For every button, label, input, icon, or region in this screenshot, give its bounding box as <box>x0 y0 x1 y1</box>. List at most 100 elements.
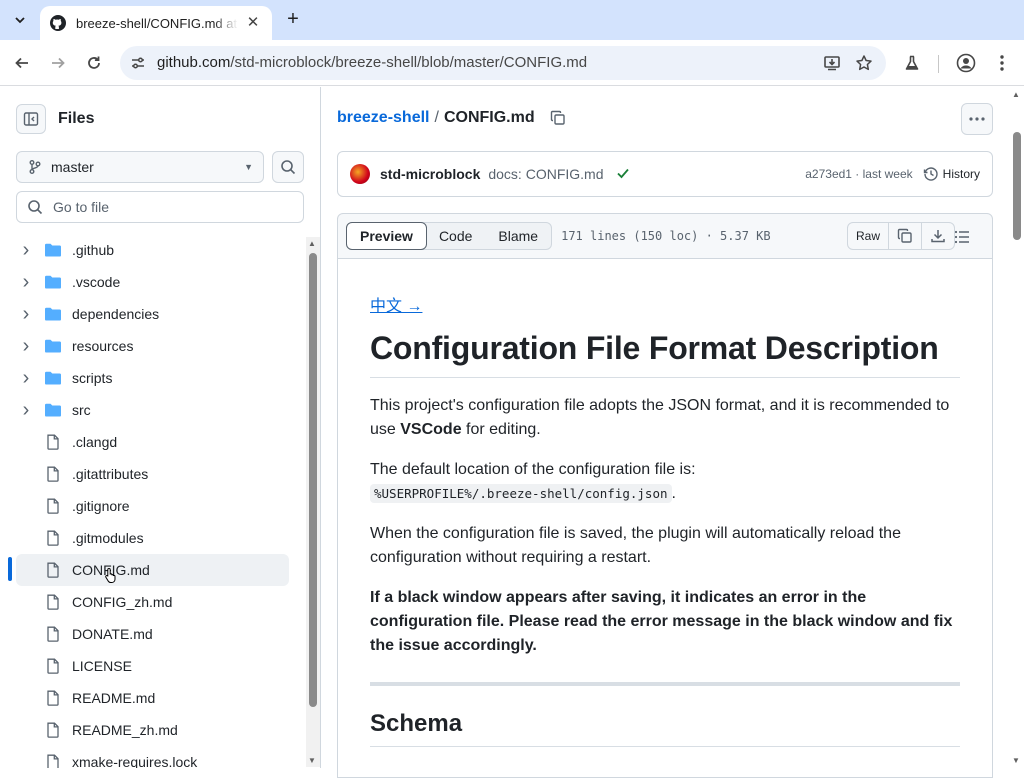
scrollbar-thumb[interactable] <box>309 253 317 707</box>
tree-file-item[interactable]: .gitmodules <box>16 522 289 554</box>
commit-hash-time[interactable]: a273ed1 · last week <box>805 167 912 181</box>
scroll-up-arrow-icon[interactable]: ▲ <box>308 239 316 248</box>
profile-avatar-icon[interactable] <box>954 51 978 75</box>
file-icon <box>44 658 62 674</box>
search-files-button[interactable] <box>272 151 304 183</box>
branch-selector[interactable]: master ▼ <box>16 151 264 183</box>
browser-toolbar: github.com/std-microblock/breeze-shell/b… <box>0 40 1024 86</box>
file-icon <box>44 466 62 482</box>
tree-folder-item[interactable]: › scripts <box>16 362 289 394</box>
file-icon <box>44 530 62 546</box>
download-icon <box>931 230 945 243</box>
outline-list-icon[interactable] <box>952 227 972 247</box>
sidebar-collapse-icon <box>23 112 39 126</box>
bookmark-star-icon[interactable] <box>852 51 876 75</box>
download-button[interactable] <box>922 223 954 249</box>
tree-file-item[interactable]: CONFIG.md <box>16 554 289 586</box>
scroll-up-arrow-icon[interactable]: ▲ <box>1012 90 1020 99</box>
file-icon <box>44 690 62 706</box>
selected-indicator <box>8 557 12 581</box>
author-avatar[interactable] <box>350 164 370 184</box>
tree-folder-item[interactable]: › src <box>16 394 289 426</box>
tree-folder-item[interactable]: › .vscode <box>16 266 289 298</box>
labs-flask-icon[interactable] <box>900 51 924 75</box>
chinese-version-link[interactable]: 中文 → <box>370 292 422 316</box>
scroll-down-arrow-icon[interactable]: ▼ <box>308 756 316 765</box>
more-options-button[interactable] <box>961 103 993 135</box>
reload-icon[interactable] <box>82 51 106 75</box>
chevron-right-icon[interactable]: › <box>18 336 34 356</box>
schema-heading: Schema <box>370 710 960 747</box>
tree-file-item[interactable]: .gitattributes <box>16 458 289 490</box>
forward-arrow-icon[interactable] <box>46 51 70 75</box>
file-header-bar: Preview Code Blame 171 lines (150 loc) ·… <box>337 213 993 259</box>
tree-item-label: dependencies <box>72 306 160 322</box>
browser-menu-icon[interactable] <box>990 51 1014 75</box>
install-app-icon[interactable] <box>820 51 844 75</box>
tree-item-label: src <box>72 402 91 418</box>
page-scrollbar[interactable]: ▲ ▼ <box>1009 87 1024 768</box>
breadcrumb-file-name: CONFIG.md <box>443 109 535 126</box>
new-tab-button[interactable]: + <box>282 9 304 31</box>
tab-blame[interactable]: Blame <box>485 223 551 249</box>
tree-file-item[interactable]: xmake-requires.lock <box>16 746 289 768</box>
history-label: History <box>942 167 980 181</box>
scrollbar-thumb[interactable] <box>1013 132 1021 240</box>
tree-item-label: DONATE.md <box>72 626 153 642</box>
chevron-right-icon[interactable]: › <box>18 400 34 420</box>
scroll-down-arrow-icon[interactable]: ▼ <box>1012 756 1020 765</box>
site-info-icon[interactable] <box>130 55 146 71</box>
chevron-right-icon[interactable]: › <box>18 272 34 292</box>
folder-icon <box>44 370 62 386</box>
copy-raw-button[interactable] <box>889 223 923 249</box>
commit-message[interactable]: docs: CONFIG.md <box>488 166 603 182</box>
file-tree: › .github › .vscode › dependencies › resources ›… <box>0 234 306 768</box>
tree-file-item[interactable]: README_zh.md <box>16 714 289 746</box>
tree-file-item[interactable]: DONATE.md <box>16 618 289 650</box>
history-button[interactable]: History <box>923 166 980 182</box>
tree-file-item[interactable]: LICENSE <box>16 650 289 682</box>
tree-folder-item[interactable]: › dependencies <box>16 298 289 330</box>
back-arrow-icon[interactable] <box>10 51 34 75</box>
tab-search-chevron-icon[interactable] <box>8 8 32 32</box>
hand-cursor-icon <box>105 567 116 583</box>
file-icon <box>44 594 62 610</box>
commit-author[interactable]: std-microblock <box>380 166 480 182</box>
raw-actions-group: Raw <box>847 222 956 250</box>
tree-item-label: CONFIG_zh.md <box>72 594 173 610</box>
toolbar-divider <box>938 55 939 73</box>
tab-code[interactable]: Code <box>426 223 485 249</box>
address-bar[interactable]: github.com/std-microblock/breeze-shell/b… <box>120 46 886 80</box>
raw-button[interactable]: Raw <box>848 223 890 249</box>
tab-close-icon[interactable]: ✕ <box>244 14 262 32</box>
collapse-sidebar-button[interactable] <box>16 104 46 134</box>
file-tree-scrollbar[interactable]: ▲ ▼ <box>306 237 320 767</box>
tree-folder-item[interactable]: › .github <box>16 234 289 266</box>
tree-file-item[interactable]: README.md <box>16 682 289 714</box>
chevron-right-icon[interactable]: › <box>18 304 34 324</box>
go-to-file-input[interactable]: Go to file <box>16 191 304 223</box>
chevron-right-icon[interactable]: › <box>18 368 34 388</box>
chevron-right-icon[interactable]: › <box>18 240 34 260</box>
tree-folder-item[interactable]: › resources <box>16 330 289 362</box>
folder-icon <box>44 274 62 290</box>
check-icon[interactable] <box>616 166 630 183</box>
tree-file-item[interactable]: .gitignore <box>16 490 289 522</box>
tree-file-item[interactable]: .clangd <box>16 426 289 458</box>
auto-reload-paragraph: When the configuration file is saved, th… <box>370 525 901 566</box>
dropdown-caret-icon: ▼ <box>244 162 253 172</box>
tab-preview[interactable]: Preview <box>346 222 427 250</box>
breadcrumb: breeze-shell / CONFIG.md <box>337 109 567 127</box>
browser-tabstrip: breeze-shell/CONFIG.md at master · std-m… <box>0 0 1024 40</box>
config-path-code: %USERPROFILE%/.breeze-shell/config.json <box>370 484 672 503</box>
files-title: Files <box>58 110 95 127</box>
view-mode-segmented-control: Preview Code Blame <box>346 222 553 250</box>
tree-file-item[interactable]: CONFIG_zh.md <box>16 586 289 618</box>
breadcrumb-repo-link[interactable]: breeze-shell <box>337 109 429 127</box>
copy-path-icon[interactable] <box>549 109 567 127</box>
default-location-paragraph: The default location of the configuratio… <box>370 461 696 503</box>
tree-item-label: .gitmodules <box>72 530 144 546</box>
tree-item-label: .vscode <box>72 274 121 290</box>
browser-tab[interactable]: breeze-shell/CONFIG.md at master · std-m… <box>40 6 272 40</box>
go-to-file-placeholder: Go to file <box>53 199 110 215</box>
